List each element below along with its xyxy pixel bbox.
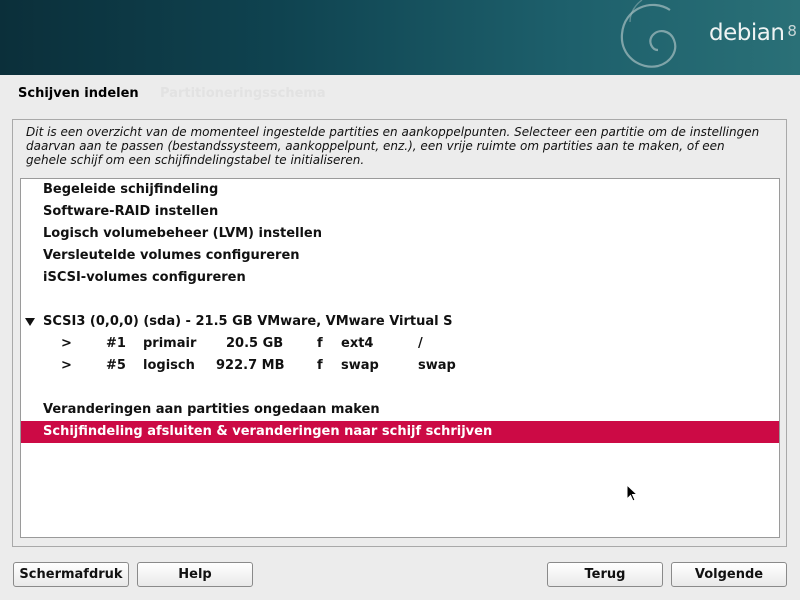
- help-button[interactable]: Help: [137, 562, 253, 587]
- partition-type: primair: [143, 336, 197, 351]
- menu-item-label: iSCSI-volumes configureren: [43, 270, 246, 285]
- menu-item-lvm[interactable]: Logisch volumebeheer (LVM) instellen: [21, 223, 779, 245]
- partition-type: logisch: [143, 358, 195, 373]
- description-text: Dit is een overzicht van de momenteel in…: [26, 125, 760, 167]
- partition-list[interactable]: Begeleide schijfindeling Software-RAID i…: [20, 178, 780, 538]
- menu-item-finish[interactable]: Schijfindeling afsluiten & veranderingen…: [21, 421, 779, 443]
- disk-row[interactable]: SCSI3 (0,0,0) (sda) - 21.5 GB VMware, VM…: [21, 311, 779, 333]
- menu-item-crypto[interactable]: Versleutelde volumes configureren: [21, 245, 779, 267]
- menu-item-raid[interactable]: Software-RAID instellen: [21, 201, 779, 223]
- partition-mountpoint: swap: [418, 358, 456, 373]
- partition-size: 922.7 MB: [216, 358, 285, 373]
- menu-item-undo[interactable]: Veranderingen aan partities ongedaan mak…: [21, 399, 779, 421]
- ghost-title: Partitioneringsschema: [160, 86, 326, 101]
- menu-item-label: Veranderingen aan partities ongedaan mak…: [43, 402, 380, 417]
- partition-mountpoint: /: [418, 336, 423, 351]
- brand-name: debian: [709, 20, 785, 46]
- menu-item-iscsi[interactable]: iSCSI-volumes configureren: [21, 267, 779, 289]
- menu-item-label: Begeleide schijfindeling: [43, 182, 219, 197]
- partition-flag: f: [317, 358, 323, 373]
- partition-row[interactable]: > #5 logisch 922.7 MB f swap swap: [21, 355, 779, 377]
- partition-size: 20.5 GB: [226, 336, 284, 351]
- menu-item-label: Versleutelde volumes configureren: [43, 248, 300, 263]
- menu-item-label: Schijfindeling afsluiten & veranderingen…: [43, 424, 493, 439]
- partition-number: #1: [106, 336, 126, 351]
- debian-logo: debian 8: [709, 20, 797, 46]
- back-button[interactable]: Terug: [547, 562, 663, 587]
- partition-row[interactable]: > #1 primair 20.5 GB f ext4 /: [21, 333, 779, 355]
- disk-label: SCSI3 (0,0,0) (sda) - 21.5 GB VMware, VM…: [43, 314, 453, 329]
- partition-arrow: >: [61, 336, 72, 351]
- menu-item-guided[interactable]: Begeleide schijfindeling: [21, 179, 779, 201]
- page-title: Schijven indelen: [18, 86, 139, 101]
- expand-triangle-icon: [25, 318, 35, 326]
- menu-item-label: Logisch volumebeheer (LVM) instellen: [43, 226, 322, 241]
- partition-filesystem: ext4: [341, 336, 374, 351]
- debian-swirl-icon: [620, 0, 677, 68]
- brand-version: 8: [787, 22, 797, 40]
- installer-banner: debian 8: [0, 0, 800, 75]
- menu-item-label: Software-RAID instellen: [43, 204, 219, 219]
- continue-button[interactable]: Volgende: [671, 562, 787, 587]
- partition-filesystem: swap: [341, 358, 379, 373]
- partition-flag: f: [317, 336, 323, 351]
- partition-number: #5: [106, 358, 126, 373]
- partition-arrow: >: [61, 358, 72, 373]
- mouse-pointer-icon: [626, 484, 638, 502]
- screenshot-button[interactable]: Schermafdruk: [13, 562, 129, 587]
